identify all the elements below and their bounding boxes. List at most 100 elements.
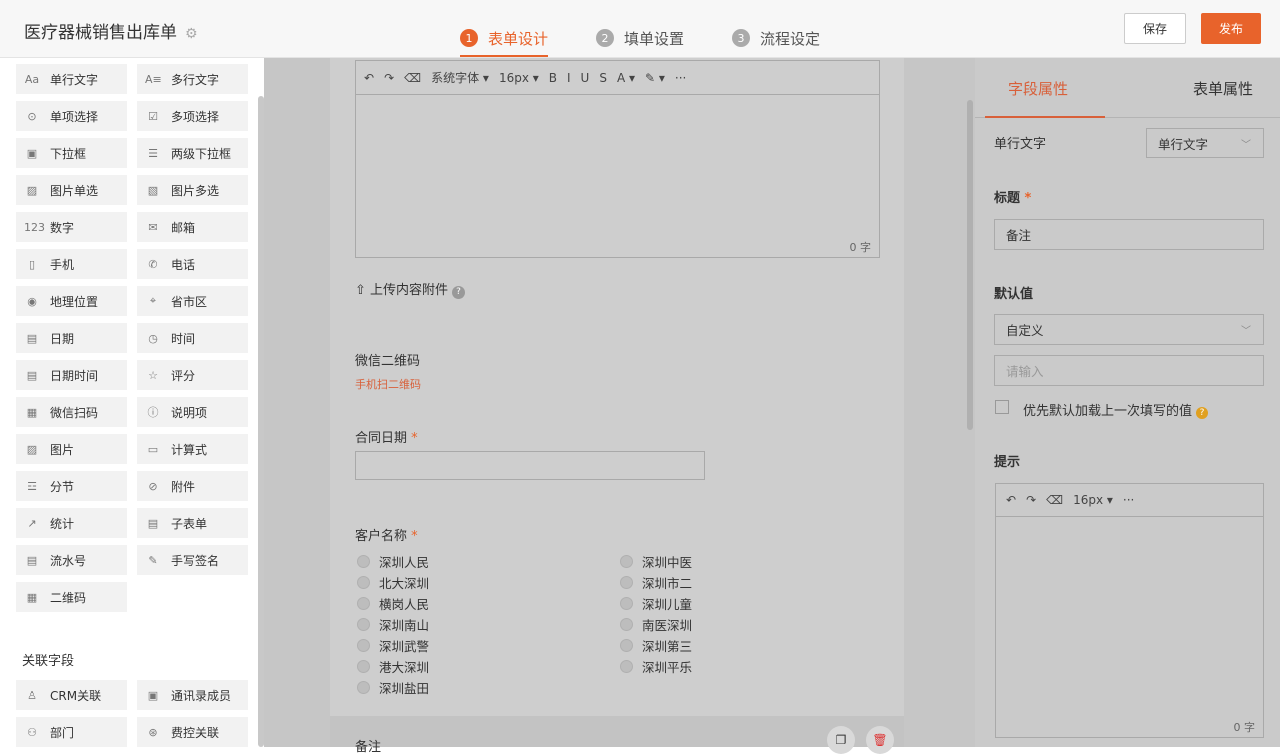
- save-button[interactable]: 保存: [1124, 13, 1186, 44]
- toolbar-button[interactable]: I: [567, 71, 571, 85]
- help-icon[interactable]: ?: [452, 286, 466, 299]
- toolbar-button[interactable]: ⌫: [1046, 493, 1063, 507]
- load-last-value-checkbox[interactable]: [995, 400, 1009, 414]
- palette-item[interactable]: ▨ 图片: [16, 434, 127, 464]
- toolbar-button[interactable]: U: [581, 71, 590, 85]
- palette-item-label: 通讯录成员: [171, 688, 232, 703]
- palette-item[interactable]: ▤ 日期时间: [16, 360, 127, 390]
- gear-icon[interactable]: ⚙: [185, 26, 198, 42]
- customer-radio-option[interactable]: 深圳第三: [620, 636, 692, 654]
- tab-workflow[interactable]: 3 流程设定: [732, 18, 820, 58]
- palette-item[interactable]: Aa 单行文字: [16, 64, 127, 94]
- help-icon[interactable]: ?: [1196, 407, 1209, 419]
- default-value-select[interactable]: 自定义 ﹀: [994, 314, 1264, 345]
- palette-item[interactable]: ▭ 计算式: [137, 434, 248, 464]
- toolbar-button[interactable]: ···: [1123, 493, 1134, 507]
- palette-item[interactable]: ▯ 手机: [16, 249, 127, 279]
- palette-item[interactable]: ♙ CRM关联: [16, 680, 127, 710]
- toolbar-button[interactable]: ↷: [1026, 493, 1036, 507]
- field-type-icon: ⊙: [27, 109, 37, 123]
- palette-item[interactable]: ✆ 电话: [137, 249, 248, 279]
- palette-item[interactable]: ☲ 分节: [16, 471, 127, 501]
- toolbar-button[interactable]: ↶: [364, 71, 374, 85]
- contract-date-input[interactable]: [355, 451, 705, 480]
- palette-item[interactable]: ▦ 二维码: [16, 582, 127, 612]
- step-label: 填单设置: [624, 29, 685, 48]
- tab-fill-settings[interactable]: 2 填单设置: [596, 18, 684, 58]
- remark-field-selected[interactable]: 备注 ❐ 🗑: [330, 716, 904, 755]
- palette-item[interactable]: ⚇ 部门: [16, 717, 127, 747]
- customer-radio-option[interactable]: 北大深圳: [357, 573, 429, 591]
- customer-radio-option[interactable]: 深圳儿童: [620, 594, 692, 612]
- toolbar-button[interactable]: ↷: [384, 71, 394, 85]
- field-type-icon: ☲: [27, 479, 37, 493]
- customer-radio-option[interactable]: 深圳南山: [357, 615, 429, 633]
- palette-item[interactable]: ✉ 邮箱: [137, 212, 248, 242]
- palette-item[interactable]: ⌖ 省市区: [137, 286, 248, 316]
- customer-radio-option[interactable]: 横岗人民: [357, 594, 429, 612]
- palette-item[interactable]: ☰ 两级下拉框: [137, 138, 248, 168]
- toolbar-button[interactable]: ⌫: [404, 71, 421, 85]
- toolbar-button[interactable]: 16px ▾: [1073, 493, 1113, 507]
- tab-form-properties[interactable]: 表单属性: [1193, 78, 1253, 99]
- customer-radio-option[interactable]: 南医深圳: [620, 615, 692, 633]
- radio-circle: [357, 638, 370, 652]
- palette-item[interactable]: ☑ 多项选择: [137, 101, 248, 131]
- palette-item[interactable]: 123 数字: [16, 212, 127, 242]
- toolbar-button[interactable]: 系统字体 ▾: [431, 69, 489, 86]
- form-title: 医疗器械销售出库单: [24, 23, 177, 43]
- toolbar-button[interactable]: ✎ ▾: [645, 71, 665, 85]
- copy-icon[interactable]: ❐: [827, 726, 855, 754]
- default-value-input[interactable]: 请输入: [994, 355, 1264, 386]
- palette-item-label: 微信扫码: [50, 405, 99, 420]
- palette-item[interactable]: ◷ 时间: [137, 323, 248, 353]
- tab-form-design[interactable]: 1 表单设计: [460, 18, 549, 58]
- upload-attachment-link[interactable]: ⇧ 上传内容附件?: [355, 279, 466, 299]
- palette-item[interactable]: ⊘ 附件: [137, 471, 248, 501]
- palette-item[interactable]: ▧ 图片多选: [137, 175, 248, 205]
- field-type-icon: ⓘ: [147, 406, 159, 419]
- palette-item[interactable]: ⊙ 单项选择: [16, 101, 127, 131]
- canvas-scrollbar[interactable]: [967, 100, 973, 430]
- palette-item[interactable]: A≡ 多行文字: [137, 64, 248, 94]
- customer-radio-option[interactable]: 深圳市二: [620, 573, 692, 591]
- palette-item[interactable]: ↗ 统计: [16, 508, 127, 538]
- toolbar-button[interactable]: ↶: [1006, 493, 1016, 507]
- customer-radio-option[interactable]: 深圳武警: [357, 636, 429, 654]
- palette-item[interactable]: ✎ 手写签名: [137, 545, 248, 575]
- hint-editor[interactable]: ↶ ↷ ⌫ 16px ▾ ··· 0 字: [995, 483, 1264, 738]
- palette-item[interactable]: ▣ 通讯录成员: [137, 680, 248, 710]
- palette-item[interactable]: ▨ 图片单选: [16, 175, 127, 205]
- customer-radio-option[interactable]: 深圳人民: [357, 552, 429, 570]
- field-type-icon: ▤: [26, 368, 38, 382]
- customer-radio-option[interactable]: 深圳平乐: [620, 657, 692, 675]
- title-input[interactable]: 备注: [994, 219, 1264, 250]
- radio-circle: [620, 554, 633, 568]
- toolbar-button[interactable]: A ▾: [617, 71, 635, 85]
- customer-radio-option[interactable]: 港大深圳: [357, 657, 429, 675]
- tab-field-properties[interactable]: 字段属性: [1008, 78, 1068, 99]
- toolbar-button[interactable]: S: [599, 71, 607, 85]
- rich-text-editor[interactable]: ↶ ↷ ⌫ 系统字体 ▾ 16px ▾ B I U S A ▾ ✎ ▾ ··· 0 字: [355, 60, 880, 258]
- palette-item[interactable]: ▦ 微信扫码: [16, 397, 127, 427]
- palette-item[interactable]: ☆ 评分: [137, 360, 248, 390]
- field-type-select[interactable]: 单行文字 ﹀: [1146, 128, 1264, 158]
- delete-icon[interactable]: 🗑: [866, 726, 894, 754]
- palette-item[interactable]: ▤ 日期: [16, 323, 127, 353]
- field-type-icon: ▭: [147, 442, 159, 456]
- customer-radio-option[interactable]: 深圳中医: [620, 552, 692, 570]
- publish-button[interactable]: 发布: [1201, 13, 1261, 44]
- toolbar-button[interactable]: ···: [675, 71, 686, 85]
- customer-radio-option[interactable]: 深圳盐田: [357, 678, 429, 696]
- palette-item[interactable]: ▤ 子表单: [137, 508, 248, 538]
- palette-item[interactable]: ▣ 下拉框: [16, 138, 127, 168]
- radio-label: 横岗人民: [379, 596, 430, 612]
- palette-item[interactable]: ⓘ 说明项: [137, 397, 248, 427]
- palette-item[interactable]: ▤ 流水号: [16, 545, 127, 575]
- palette-item[interactable]: ⊛ 费控关联: [137, 717, 248, 747]
- palette-item-label: 地理位置: [50, 294, 99, 309]
- radio-label: 深圳市二: [642, 575, 693, 591]
- palette-item[interactable]: ◉ 地理位置: [16, 286, 127, 316]
- toolbar-button[interactable]: B: [549, 71, 557, 85]
- toolbar-button[interactable]: 16px ▾: [499, 71, 539, 85]
